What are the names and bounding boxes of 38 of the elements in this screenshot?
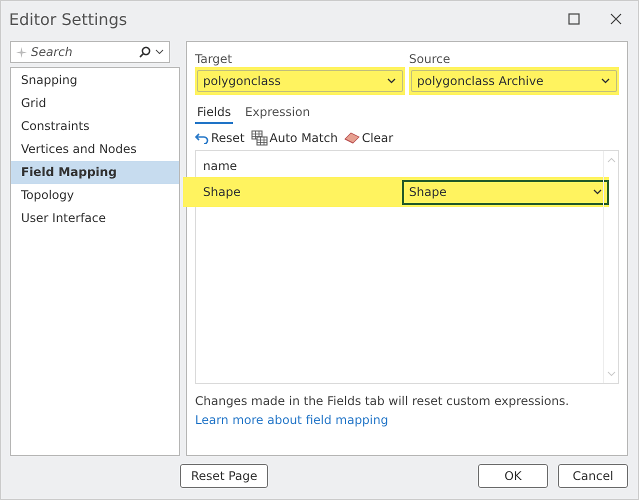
sidebar-item[interactable]: User Interface bbox=[11, 207, 179, 230]
toolbar-button[interactable]: Auto Match bbox=[250, 128, 338, 148]
info-text: Changes made in the Fields tab will reset custom expressions. bbox=[195, 394, 570, 408]
toolbar-button[interactable]: Clear bbox=[344, 128, 394, 148]
reset-page-button[interactable]: Reset Page bbox=[180, 464, 268, 488]
search-icon[interactable] bbox=[139, 46, 151, 58]
ok-button[interactable]: OK bbox=[478, 464, 548, 488]
tab[interactable]: Fields bbox=[195, 105, 233, 124]
maximize-icon[interactable] bbox=[568, 13, 580, 25]
sidebar-item[interactable]: Field Mapping bbox=[11, 161, 179, 184]
chevron-down-icon bbox=[387, 78, 396, 84]
combo-label: Target bbox=[195, 52, 234, 66]
window-title: Editor Settings bbox=[9, 10, 128, 28]
close-icon[interactable] bbox=[610, 13, 622, 25]
dropdown[interactable]: polygonclass Archive bbox=[411, 70, 617, 92]
chevron-down-icon bbox=[593, 189, 602, 195]
undo-arrow-icon bbox=[195, 132, 209, 144]
eraser-icon bbox=[344, 132, 360, 144]
toolbar-button[interactable]: Reset bbox=[195, 128, 245, 148]
table-row[interactable]: Shape Shape bbox=[183, 177, 609, 207]
column-header: name bbox=[202, 158, 238, 175]
table-cell-text: Shape bbox=[203, 185, 242, 199]
combo-label: Source bbox=[409, 52, 452, 66]
search-box[interactable]: Search bbox=[10, 41, 170, 63]
help-link[interactable]: Learn more about field mapping bbox=[195, 413, 619, 427]
sidebar-item[interactable]: Snapping bbox=[11, 69, 179, 92]
chevron-down-icon bbox=[601, 78, 610, 84]
tab[interactable]: Expression bbox=[242, 105, 312, 124]
cancel-button[interactable]: Cancel bbox=[558, 464, 628, 488]
sidebar-item[interactable]: Grid bbox=[11, 92, 179, 115]
sidebar-item[interactable]: Constraints bbox=[11, 115, 179, 138]
sidebar-item[interactable]: Vertices and Nodes bbox=[11, 138, 179, 161]
dropdown[interactable]: polygonclass bbox=[197, 70, 403, 92]
sparkle-icon bbox=[16, 46, 27, 58]
dropdown[interactable]: Shape bbox=[402, 180, 609, 204]
chevron-down-icon[interactable] bbox=[155, 49, 164, 55]
sidebar-item[interactable]: Topology bbox=[11, 184, 179, 207]
table-icon bbox=[250, 130, 268, 146]
